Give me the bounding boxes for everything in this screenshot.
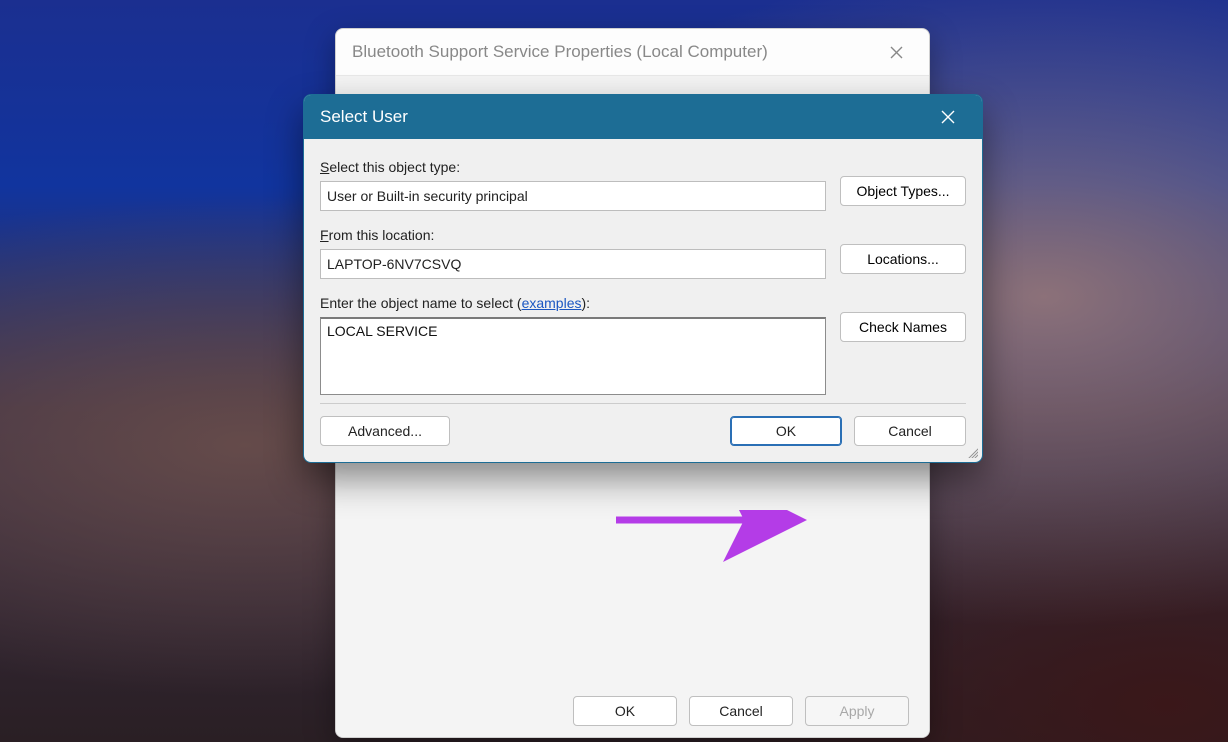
location-row: From this location: Locations... (320, 221, 966, 279)
close-icon[interactable] (873, 29, 919, 75)
parent-buttonbar: OK Cancel Apply (336, 685, 929, 737)
advanced-button[interactable]: Advanced... (320, 416, 450, 446)
separator (320, 403, 966, 404)
parent-window-title: Bluetooth Support Service Properties (Lo… (352, 42, 873, 62)
close-icon[interactable] (926, 95, 970, 139)
parent-apply-button: Apply (805, 696, 909, 726)
select-user-footer: Advanced... OK Cancel (320, 416, 966, 446)
select-user-title: Select User (320, 107, 926, 127)
cancel-button[interactable]: Cancel (854, 416, 966, 446)
object-type-input[interactable] (320, 181, 826, 211)
select-user-body: Select this object type: Object Types...… (304, 139, 982, 462)
locations-button[interactable]: Locations... (840, 244, 966, 274)
examples-link[interactable]: examples (522, 295, 582, 311)
resize-grip-icon[interactable] (966, 446, 978, 458)
from-location-label: From this location: (320, 227, 826, 243)
parent-titlebar: Bluetooth Support Service Properties (Lo… (336, 29, 929, 75)
ok-button[interactable]: OK (730, 416, 842, 446)
select-user-dialog: Select User Select this object type: Obj… (303, 94, 983, 463)
select-user-titlebar: Select User (304, 95, 982, 139)
parent-cancel-button[interactable]: Cancel (689, 696, 793, 726)
object-name-label: Enter the object name to select (example… (320, 295, 826, 311)
object-types-button[interactable]: Object Types... (840, 176, 966, 206)
check-names-button[interactable]: Check Names (840, 312, 966, 342)
parent-ok-button[interactable]: OK (573, 696, 677, 726)
from-location-input[interactable] (320, 249, 826, 279)
object-type-row: Select this object type: Object Types... (320, 153, 966, 211)
object-type-label: Select this object type: (320, 159, 826, 175)
object-name-row: Enter the object name to select (example… (320, 289, 966, 395)
object-name-input[interactable] (320, 317, 826, 395)
